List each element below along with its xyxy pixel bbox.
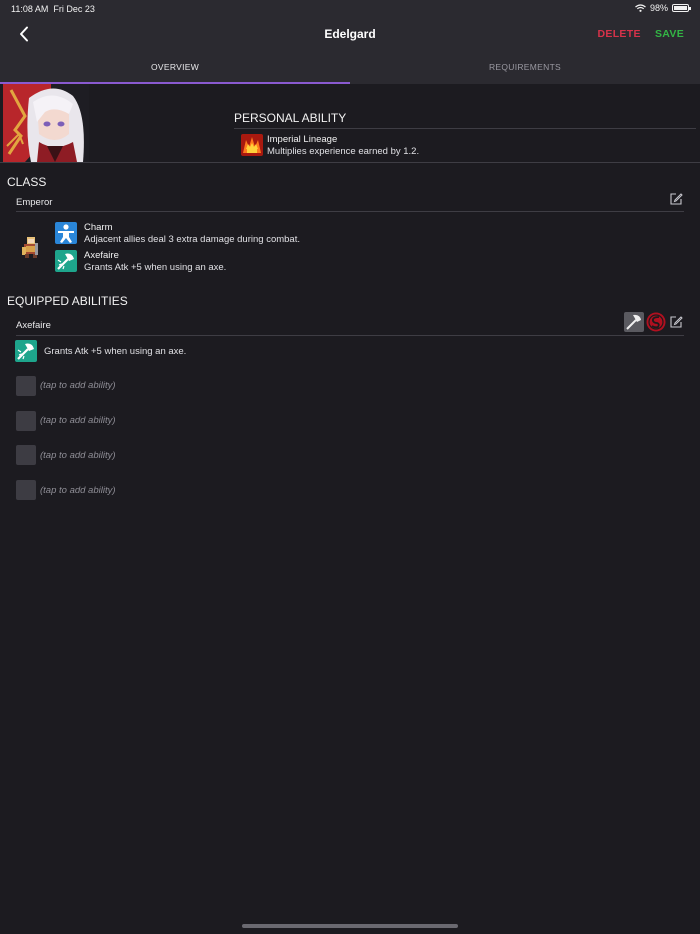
edit-equipped-button[interactable] (669, 315, 683, 329)
wifi-icon (635, 4, 646, 12)
class-sprite-icon (20, 235, 42, 259)
nav-bar: Edelgard DELETE SAVE (0, 18, 700, 52)
axe-weapon-icon (624, 312, 644, 332)
class-skill-name: Axefaire (84, 250, 119, 261)
add-ability-prompt[interactable]: (tap to add ability) (40, 380, 116, 391)
status-time: 11:08 AM Fri Dec 23 (11, 4, 95, 14)
class-skill-name: Charm (84, 222, 113, 233)
personal-ability-divider (234, 128, 696, 129)
empty-ability-slot[interactable] (16, 445, 36, 465)
edit-class-button[interactable] (669, 192, 683, 206)
home-indicator (242, 924, 458, 928)
charm-icon (55, 222, 77, 244)
empty-ability-slot[interactable] (16, 411, 36, 431)
crest-icon (646, 312, 666, 332)
page-title: Edelgard (324, 27, 376, 41)
status-right: 98% (635, 3, 691, 13)
status-bar: 11:08 AM Fri Dec 23 98% (0, 0, 700, 18)
portrait-divider (0, 162, 700, 163)
class-name: Emperor (16, 197, 53, 208)
nav-actions: DELETE SAVE (598, 28, 684, 40)
personal-ability-header: PERSONAL ABILITY (234, 111, 347, 125)
tab-overview[interactable]: OVERVIEW (0, 52, 350, 84)
save-button[interactable]: SAVE (655, 28, 684, 40)
add-ability-prompt[interactable]: (tap to add ability) (40, 415, 116, 426)
tab-requirements[interactable]: REQUIREMENTS (350, 52, 700, 84)
equipped-ability-description: Grants Atk +5 when using an axe. (44, 346, 187, 357)
empty-ability-slot[interactable] (16, 376, 36, 396)
delete-button[interactable]: DELETE (598, 28, 641, 40)
empty-ability-slot[interactable] (16, 480, 36, 500)
tab-bar: OVERVIEW REQUIREMENTS (0, 52, 700, 84)
equipped-abilities-header: EQUIPPED ABILITIES (7, 294, 128, 308)
personal-ability-name: Imperial Lineage (267, 134, 338, 145)
class-skill-description: Grants Atk +5 when using an axe. (84, 262, 227, 273)
crown-icon (241, 134, 263, 156)
axe-icon[interactable] (15, 340, 37, 362)
character-portrait (3, 84, 89, 162)
class-skill-description: Adjacent allies deal 3 extra damage duri… (84, 234, 300, 245)
class-divider (16, 211, 684, 212)
add-ability-prompt[interactable]: (tap to add ability) (40, 450, 116, 461)
personal-ability-description: Multiplies experience earned by 1.2. (267, 146, 420, 157)
add-ability-prompt[interactable]: (tap to add ability) (40, 485, 116, 496)
equipped-divider (16, 335, 684, 336)
battery-icon (672, 4, 691, 12)
axe-icon (55, 250, 77, 272)
class-header: CLASS (7, 175, 47, 189)
battery-percent: 98% (649, 3, 668, 13)
equipped-ability-name: Axefaire (16, 320, 51, 331)
